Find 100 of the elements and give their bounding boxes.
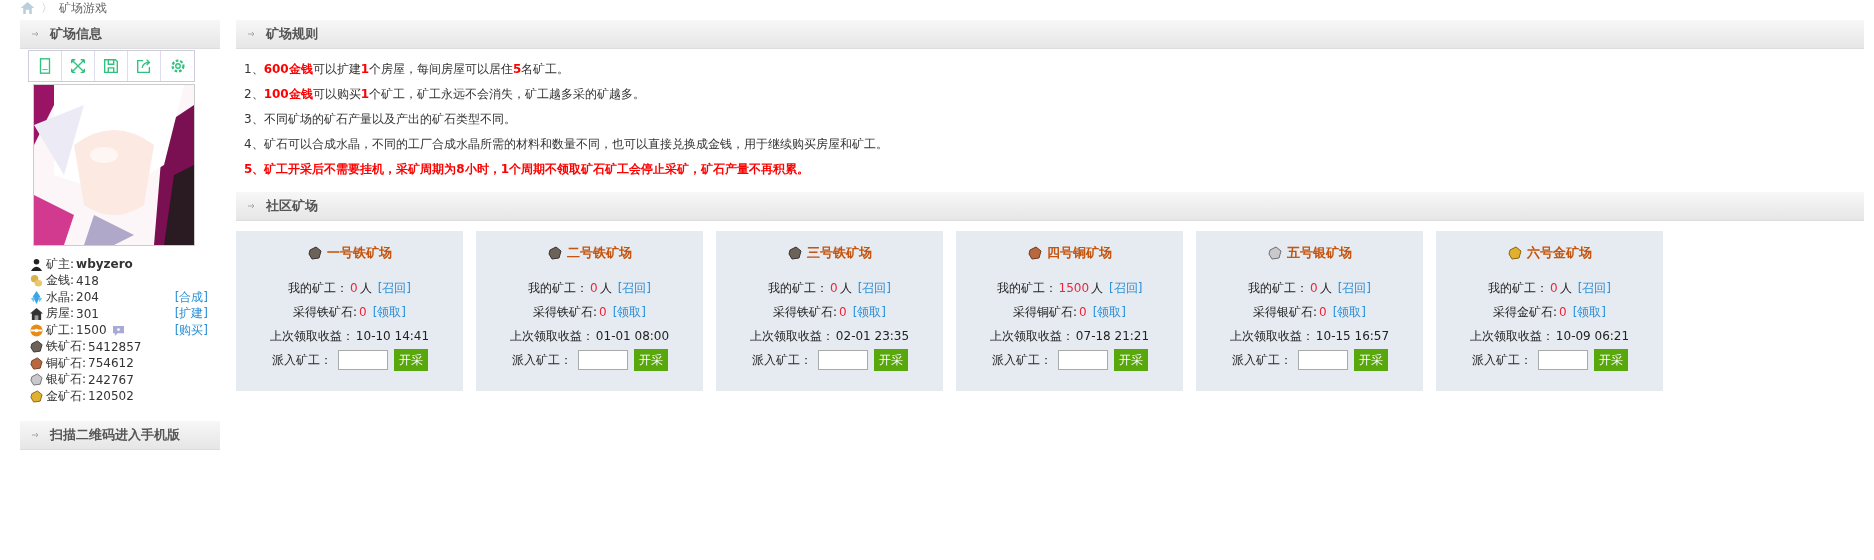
stat-label: 矿工: <box>46 321 75 339</box>
miners-input[interactable] <box>577 350 628 370</box>
miners-input[interactable] <box>1297 350 1348 370</box>
ore-icon <box>30 389 43 403</box>
stat-link[interactable]: [合成] <box>174 288 208 306</box>
help-icon[interactable] <box>111 324 125 336</box>
collect-link[interactable]: [领取] <box>1092 303 1127 321</box>
arrow-icon <box>248 30 256 38</box>
mine-button[interactable]: 开采 <box>1593 349 1628 371</box>
dispatch-label: 派入矿工： <box>271 351 332 369</box>
ore-icon <box>1027 246 1042 260</box>
miners-count: 0 <box>830 281 838 295</box>
last-collect-label: 上次领取收益： <box>1229 327 1314 345</box>
miners-label: 我的矿工： <box>1488 279 1548 297</box>
recall-link[interactable]: [召回] <box>377 279 411 297</box>
stat-label: 银矿石: <box>46 371 87 389</box>
miners-label: 我的矿工： <box>996 279 1057 297</box>
mine-button[interactable]: 开采 <box>873 349 908 371</box>
ore-amount: 0 <box>359 305 367 319</box>
stat-label: 铜矿石: <box>46 354 87 372</box>
recall-link[interactable]: [召回] <box>857 279 891 297</box>
dispatch-label: 派入矿工： <box>1231 351 1292 369</box>
mine-button[interactable]: 开采 <box>633 349 668 371</box>
miners-unit: 人 <box>1559 279 1572 297</box>
stat-value: 418 <box>76 273 99 288</box>
last-collect-time: 07-18 21:21 <box>1075 329 1150 343</box>
ore-label: 采得铁矿石: <box>292 303 357 321</box>
mine-button[interactable]: 开采 <box>393 349 428 371</box>
mine-button[interactable]: 开采 <box>1353 349 1388 371</box>
section-title: 矿场信息 <box>50 25 102 43</box>
miners-count: 1500 <box>1058 281 1090 295</box>
last-collect-time: 10-15 16:57 <box>1315 329 1390 343</box>
rule-text: 5、矿工开采后不需要挂机，采矿周期为8小时，1个周期不领取矿石矿工会停止采矿，矿石产量不再积累。 <box>244 161 811 178</box>
dispatch-label: 派入矿工： <box>1471 351 1532 369</box>
miners-label: 我的矿工： <box>528 279 588 297</box>
stat-value: 120502 <box>88 389 134 404</box>
stat-link[interactable]: [扩建] <box>174 305 208 323</box>
ore-icon <box>547 246 562 260</box>
section-title: 矿场规则 <box>266 25 318 43</box>
miners-input[interactable] <box>1537 350 1588 370</box>
stat-label: 铁矿石: <box>46 338 87 356</box>
miners-unit: 人 <box>839 279 852 297</box>
miners-input[interactable] <box>1057 350 1108 370</box>
last-collect-label: 上次领取收益： <box>1469 327 1554 345</box>
stat-label: 房屋: <box>46 305 75 323</box>
miners-input[interactable] <box>817 350 868 370</box>
ore-icon <box>1507 246 1522 260</box>
collect-link[interactable]: [领取] <box>372 303 407 321</box>
coins-icon <box>30 274 43 288</box>
rule-text: 1、600金钱可以扩建1个房屋，每间房屋可以居住5名矿工。 <box>244 61 571 78</box>
rule-text: 2、100金钱可以购买1个矿工，矿工永远不会消失，矿工越多采的矿越多。 <box>244 86 647 103</box>
save-icon[interactable] <box>102 57 120 75</box>
last-collect-time: 10-10 14:41 <box>355 329 430 343</box>
stat-value: wbyzero <box>76 257 133 272</box>
collect-link[interactable]: [领取] <box>852 303 887 321</box>
collect-link[interactable]: [领取] <box>1572 303 1607 321</box>
mine-button[interactable]: 开采 <box>1113 349 1148 371</box>
recall-link[interactable]: [召回] <box>617 279 651 297</box>
ore-amount: 0 <box>1079 305 1087 319</box>
stat-label: 矿主: <box>46 255 75 273</box>
miners-count: 0 <box>590 281 598 295</box>
stat-value: 1500 <box>76 323 107 338</box>
mine-title: 五号银矿场 <box>1286 244 1352 262</box>
stat-link[interactable]: [购买] <box>174 321 208 339</box>
collect-link[interactable]: [领取] <box>612 303 647 321</box>
house-icon <box>30 307 43 321</box>
helmet-icon <box>30 323 43 337</box>
ore-label: 采得银矿石: <box>1252 303 1317 321</box>
miners-label: 我的矿工： <box>768 279 828 297</box>
last-collect-time: 02-01 23:35 <box>835 329 910 343</box>
share-icon[interactable] <box>135 57 153 75</box>
ore-label: 采得金矿石: <box>1492 303 1557 321</box>
recall-link[interactable]: [召回] <box>1577 279 1611 297</box>
recall-link[interactable]: [召回] <box>1109 279 1143 297</box>
stat-value: 204 <box>76 290 99 305</box>
collect-link[interactable]: [领取] <box>1332 303 1367 321</box>
fullscreen-icon[interactable] <box>69 57 87 75</box>
miners-input[interactable] <box>337 350 388 370</box>
stat-value: 754612 <box>88 356 134 371</box>
ore-amount: 0 <box>1559 305 1567 319</box>
last-collect-label: 上次领取收益： <box>509 327 594 345</box>
dispatch-label: 派入矿工： <box>991 351 1052 369</box>
rule-text: 3、不同矿场的矿石产量以及产出的矿石类型不同。 <box>244 111 517 128</box>
last-collect-label: 上次领取收益： <box>269 327 354 345</box>
dispatch-label: 派入矿工： <box>511 351 572 369</box>
stat-value: 301 <box>76 306 99 321</box>
miners-count: 0 <box>350 281 358 295</box>
recall-link[interactable]: [召回] <box>1337 279 1371 297</box>
last-collect-label: 上次领取收益： <box>989 327 1074 345</box>
ore-icon <box>30 340 43 354</box>
ore-icon <box>1267 246 1282 260</box>
ore-amount: 0 <box>1319 305 1327 319</box>
miners-count: 0 <box>1550 281 1558 295</box>
ore-label: 采得铜矿石: <box>1012 303 1077 321</box>
stat-label: 水晶: <box>46 288 75 306</box>
miners-label: 我的矿工： <box>288 279 348 297</box>
ore-amount: 0 <box>599 305 607 319</box>
miners-count: 0 <box>1310 281 1318 295</box>
home-icon[interactable] <box>20 2 35 14</box>
mine-title: 三号铁矿场 <box>806 244 872 262</box>
